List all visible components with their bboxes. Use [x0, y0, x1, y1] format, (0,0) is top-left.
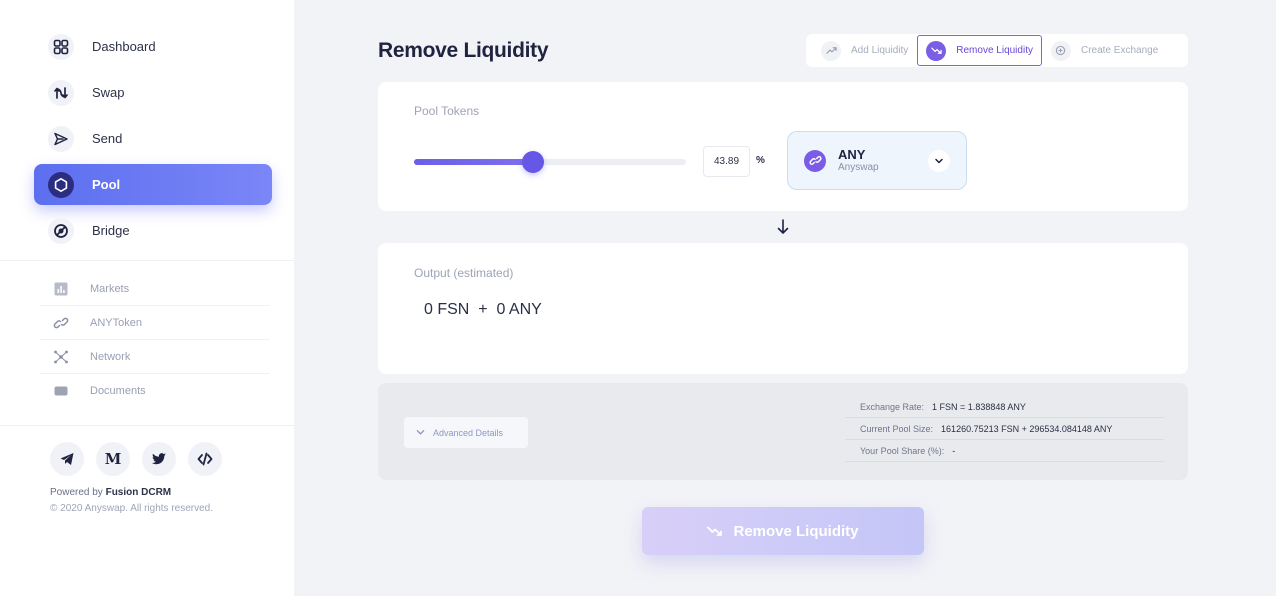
- copyright: © 2020 Anyswap. All rights reserved.: [50, 503, 214, 514]
- percent-sign: %: [756, 155, 765, 166]
- detail-row: Current Pool Size: 161260.75213 FSN + 29…: [845, 418, 1164, 440]
- telegram-icon[interactable]: [50, 442, 84, 476]
- token-select[interactable]: ANY Anyswap: [787, 131, 967, 190]
- chevron-down-icon: [416, 430, 425, 435]
- detail-row: Exchange Rate: 1 FSN = 1.838848 ANY: [845, 396, 1164, 418]
- detail-key: Exchange Rate:: [860, 401, 925, 412]
- sidebar-item-markets[interactable]: Markets: [40, 272, 270, 306]
- nav-label: Bridge: [92, 223, 130, 238]
- sidebar: Dashboard Swap Send Pool Bridge Markets …: [0, 0, 294, 596]
- nav-label: Dashboard: [92, 39, 156, 54]
- plus-circle-icon: [1050, 40, 1071, 61]
- amount-slider[interactable]: [414, 151, 686, 173]
- bridge-icon: [48, 217, 74, 244]
- nav-item-swap[interactable]: Swap: [34, 72, 272, 113]
- anyswap-logo-icon: [804, 149, 826, 172]
- powered-brand-link[interactable]: Fusion DCRM: [106, 487, 172, 498]
- sidebar-item-label: Network: [90, 350, 131, 363]
- chevron-down-icon: [928, 150, 950, 172]
- tab-add-liquidity[interactable]: Add Liquidity: [812, 35, 917, 66]
- documents-icon: [52, 382, 70, 400]
- nav-label: Pool: [92, 177, 121, 192]
- network-icon: [52, 348, 70, 366]
- nav-label: Send: [92, 131, 123, 146]
- sidebar-item-label: Documents: [90, 385, 146, 397]
- powered-by: Powered by Fusion DCRM: [50, 487, 171, 498]
- sidebar-divider: [0, 260, 294, 261]
- tab-remove-liquidity[interactable]: Remove Liquidity: [917, 35, 1042, 66]
- sidebar-item-label: Markets: [90, 282, 130, 295]
- pool-tokens-card: Pool Tokens 43.89 % ANY Anyswap: [378, 82, 1188, 211]
- nav-item-pool[interactable]: Pool: [34, 164, 272, 205]
- trend-down-icon: [707, 526, 723, 536]
- markets-icon: [52, 280, 70, 298]
- send-icon: [48, 125, 74, 152]
- secondary-nav: Markets ANYToken Network Documents: [40, 272, 270, 408]
- nav-item-bridge[interactable]: Bridge: [34, 210, 272, 251]
- pool-tokens-label: Pool Tokens: [414, 104, 480, 118]
- remove-liquidity-label: Remove Liquidity: [733, 522, 859, 540]
- powered-prefix: Powered by: [50, 487, 106, 498]
- code-icon[interactable]: [188, 442, 222, 476]
- nav-item-send[interactable]: Send: [34, 118, 272, 159]
- trend-up-icon: [821, 40, 841, 61]
- detail-key: Your Pool Share (%):: [860, 445, 945, 456]
- sidebar-item-anytoken[interactable]: ANYToken: [40, 306, 270, 340]
- link-icon: [52, 314, 70, 332]
- advanced-details-label: Advanced Details: [433, 427, 504, 438]
- nav-label: Swap: [92, 85, 125, 100]
- tab-label: Create Exchange: [1080, 45, 1159, 56]
- detail-key: Current Pool Size:: [860, 423, 934, 434]
- tab-label: Remove Liquidity: [956, 45, 1033, 56]
- swap-icon: [48, 79, 74, 106]
- detail-value: -: [952, 445, 956, 456]
- percent-input[interactable]: 43.89: [703, 146, 750, 177]
- liquidity-tabs: Add Liquidity Remove Liquidity Create Ex…: [806, 34, 1188, 67]
- token-symbol: ANY: [838, 146, 866, 162]
- slider-fill: [414, 159, 534, 165]
- medium-icon[interactable]: M: [96, 442, 130, 476]
- remove-liquidity-button[interactable]: Remove Liquidity: [642, 507, 924, 555]
- pool-icon: [48, 171, 74, 198]
- detail-value: 1 FSN = 1.838848 ANY: [932, 401, 1026, 412]
- token-text: ANY Anyswap: [838, 146, 879, 174]
- page-title: Remove Liquidity: [378, 39, 549, 62]
- tab-create-exchange[interactable]: Create Exchange: [1042, 35, 1167, 66]
- sidebar-item-documents[interactable]: Documents: [40, 374, 270, 408]
- arrow-down-icon: [777, 219, 789, 234]
- token-name: Anyswap: [838, 161, 879, 173]
- sidebar-item-network[interactable]: Network: [40, 340, 270, 374]
- advanced-details-toggle[interactable]: Advanced Details: [404, 417, 528, 448]
- social-links: M: [50, 442, 222, 476]
- sidebar-item-label: ANYToken: [90, 316, 142, 329]
- sidebar-divider: [0, 425, 294, 426]
- detail-value: 161260.75213 FSN + 296534.084148 ANY: [941, 423, 1113, 434]
- slider-handle[interactable]: [522, 151, 545, 173]
- main-nav: Dashboard Swap Send Pool Bridge: [34, 26, 272, 256]
- output-label: Output (estimated): [414, 266, 514, 280]
- nav-item-dashboard[interactable]: Dashboard: [34, 26, 272, 67]
- tab-label: Add Liquidity: [851, 45, 909, 56]
- output-card: Output (estimated) 0 FSN + 0 ANY: [378, 243, 1188, 374]
- details-card: Advanced Details Exchange Rate: 1 FSN = …: [378, 383, 1188, 480]
- detail-row: Your Pool Share (%): -: [845, 440, 1164, 462]
- twitter-icon[interactable]: [142, 442, 176, 476]
- trend-down-icon: [926, 40, 947, 61]
- details-list: Exchange Rate: 1 FSN = 1.838848 ANY Curr…: [845, 396, 1164, 462]
- output-value: 0 FSN + 0 ANY: [424, 301, 542, 318]
- dashboard-icon: [48, 33, 74, 60]
